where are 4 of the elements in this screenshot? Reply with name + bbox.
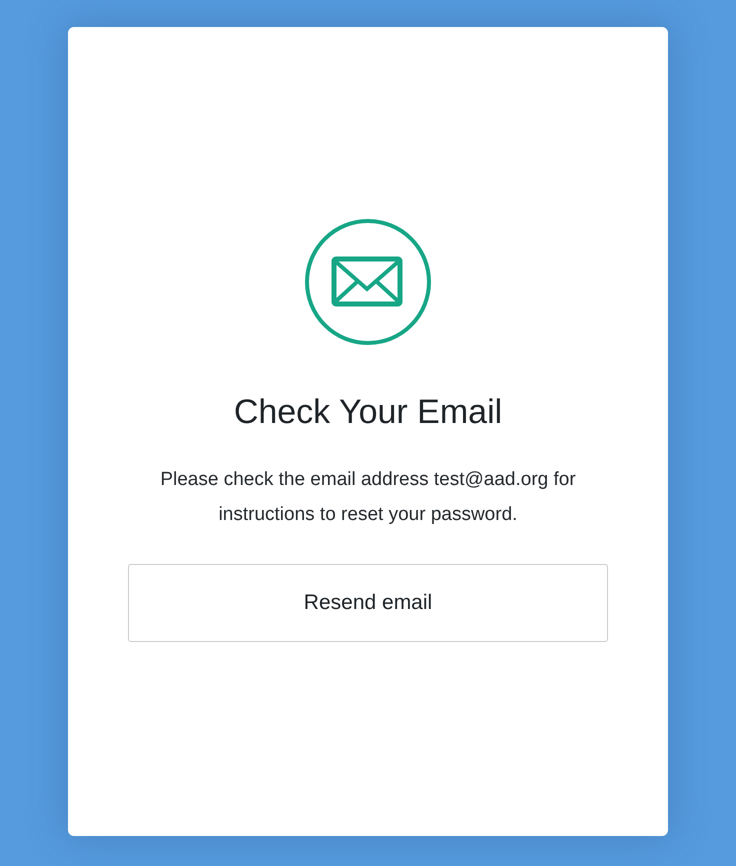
- resend-email-button[interactable]: Resend email: [128, 564, 608, 642]
- envelope-icon: [304, 218, 432, 346]
- page-title: Check Your Email: [234, 392, 502, 432]
- instructions-text: Please check the email address test@aad.org for instructions to reset your password.: [159, 468, 577, 526]
